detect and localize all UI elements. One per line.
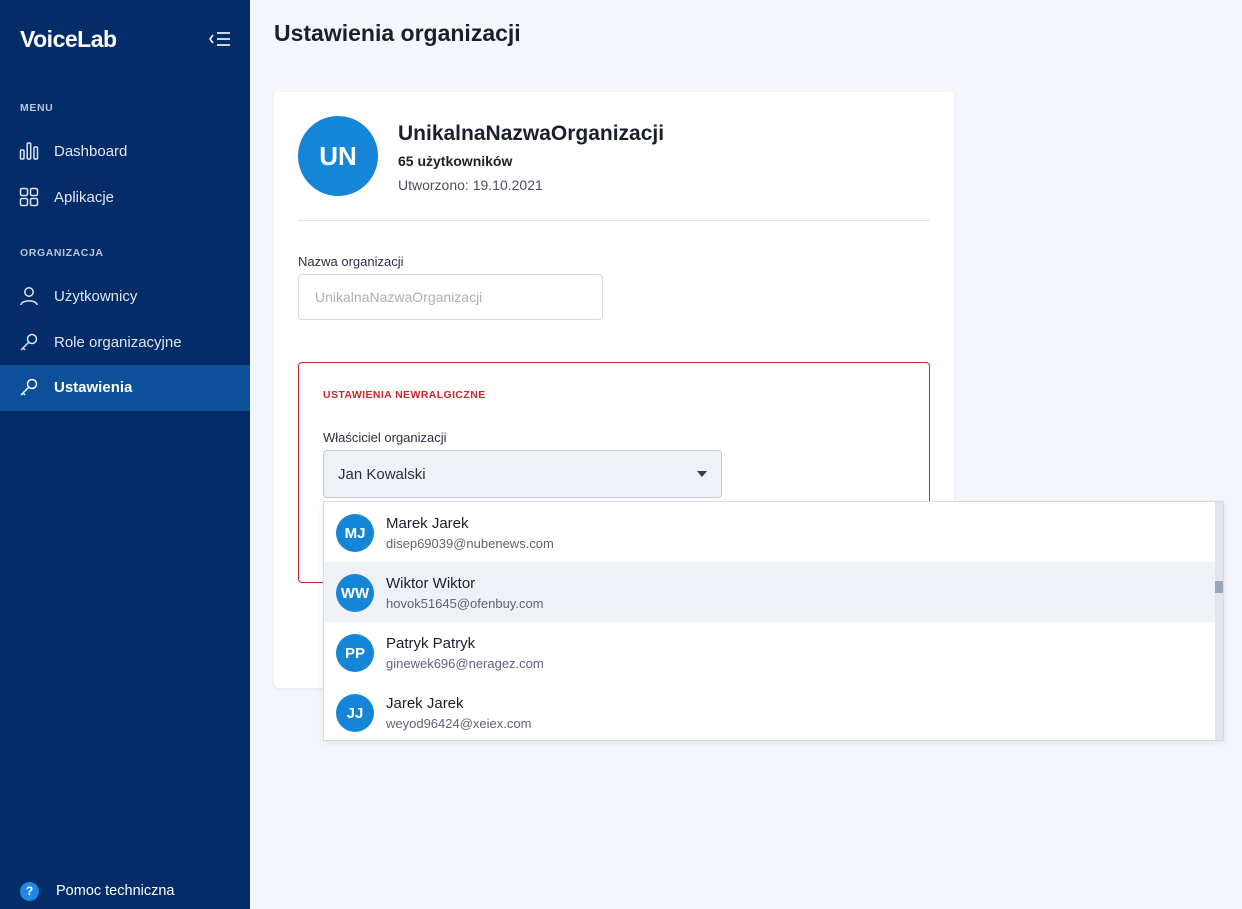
option-email: disep69039@nubenews.com: [386, 536, 554, 551]
option-email: ginewek696@neragez.com: [386, 656, 544, 671]
sidebar-item-aplikacje[interactable]: Aplikacje: [0, 175, 250, 221]
dropdown-option[interactable]: MJ Marek Jarek disep69039@nubenews.com: [324, 502, 1215, 562]
voicelab-logo[interactable]: VoiceLab: [20, 26, 117, 53]
help-icon: ?: [20, 881, 39, 901]
sidebar-item-label: Dashboard: [54, 143, 128, 160]
user-avatar: WW: [336, 574, 374, 612]
sidebar-item-uzytkownicy[interactable]: Użytkownicy: [0, 274, 250, 320]
sidebar-item-role-organizacyjne[interactable]: Role organizacyjne: [0, 320, 250, 366]
option-name: Patryk Patryk: [386, 635, 476, 652]
caret-down-icon: [697, 471, 707, 477]
grid-icon: [19, 187, 39, 207]
menu-section-label: MENU: [20, 102, 54, 114]
option-name: Jarek Jarek: [386, 695, 464, 712]
org-name: UnikalnaNazwaOrganizacji: [398, 122, 665, 145]
owner-label: Właściciel organizacji: [323, 430, 447, 445]
option-email: weyod96424@xeiex.com: [386, 716, 532, 731]
user-avatar: PP: [336, 634, 374, 672]
sidebar-item-label: Użytkownicy: [54, 288, 138, 305]
option-name: Wiktor Wiktor: [386, 575, 476, 592]
user-avatar: MJ: [336, 514, 374, 552]
option-name: Marek Jarek: [386, 515, 469, 532]
org-user-count: 65 użytkowników: [398, 153, 513, 169]
user-icon: [19, 286, 39, 306]
critical-settings-title: USTAWIENIA NEWRALGICZNE: [323, 389, 486, 401]
user-avatar: JJ: [336, 694, 374, 732]
bar-chart-icon: [19, 141, 39, 161]
option-email: hovok51645@ofenbuy.com: [386, 596, 544, 611]
sidebar-item-label: Aplikacje: [54, 189, 115, 206]
sidebar-item-ustawienia[interactable]: Ustawienia: [0, 365, 250, 411]
organization-section-label: ORGANIZACJA: [20, 247, 104, 259]
sidebar-item-label: Role organizacyjne: [54, 334, 182, 351]
dropdown-scrollbar-thumb[interactable]: [1215, 581, 1223, 593]
dropdown-scrollbar[interactable]: [1215, 502, 1223, 740]
org-name-label: Nazwa organizacji: [298, 254, 404, 269]
owner-select[interactable]: Jan Kowalski: [323, 450, 722, 498]
owner-dropdown-list: MJ Marek Jarek disep69039@nubenews.com W…: [323, 501, 1224, 741]
dropdown-option[interactable]: JJ Jarek Jarek weyod96424@xeiex.com: [324, 682, 1215, 740]
key-icon: [19, 377, 39, 397]
dropdown-option[interactable]: WW Wiktor Wiktor hovok51645@ofenbuy.com: [324, 562, 1215, 622]
sidebar: VoiceLab MENU Dashboard Aplikacje ORGANI…: [0, 0, 250, 909]
key-icon: [19, 332, 39, 352]
dropdown-option[interactable]: PP Patryk Patryk ginewek696@neragez.com: [324, 622, 1215, 682]
sidebar-item-dashboard[interactable]: Dashboard: [0, 129, 250, 175]
page-title: Ustawienia organizacji: [274, 20, 521, 46]
help-label: Pomoc techniczna: [56, 883, 175, 899]
sidebar-item-label: Ustawienia: [54, 379, 133, 396]
owner-select-value: Jan Kowalski: [338, 466, 426, 483]
org-avatar: UN: [298, 116, 378, 196]
org-created-date: Utworzono: 19.10.2021: [398, 177, 543, 193]
org-name-input[interactable]: [298, 274, 603, 320]
help-link[interactable]: ? Pomoc techniczna: [20, 880, 174, 902]
collapse-sidebar-icon[interactable]: [208, 30, 232, 48]
divider: [298, 220, 930, 221]
